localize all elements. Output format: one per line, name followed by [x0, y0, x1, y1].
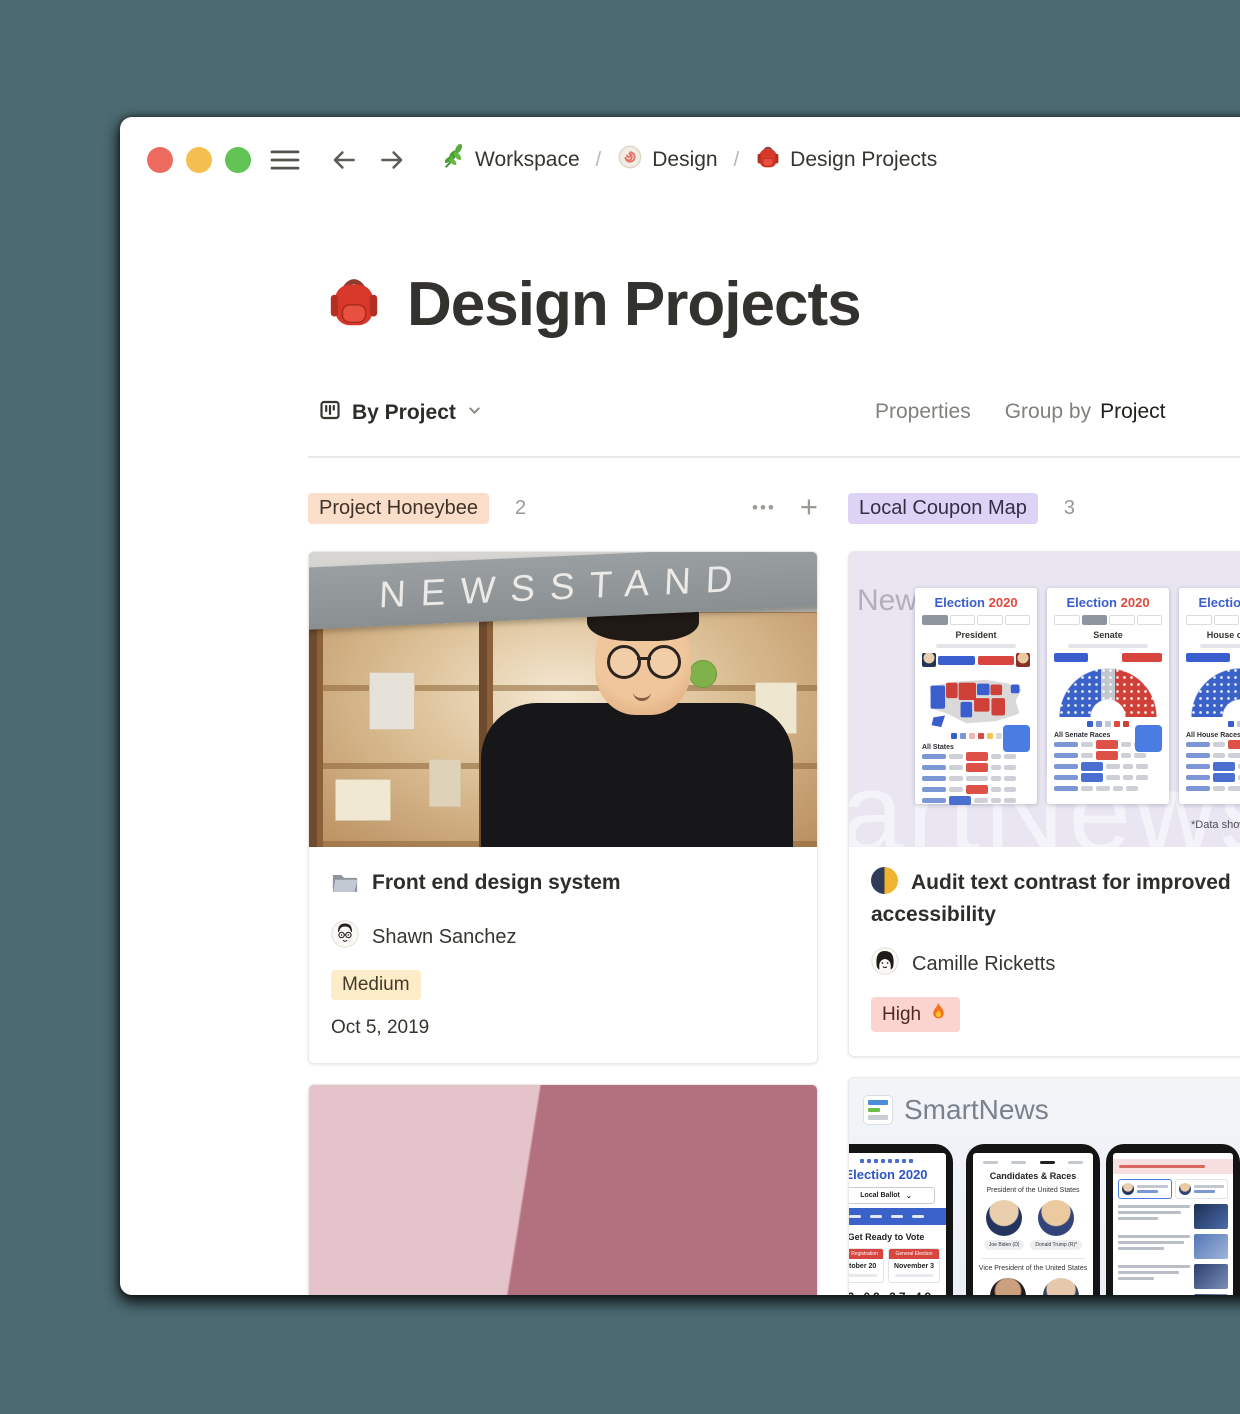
card-body: Audit text contrast for improved accessib…: [849, 847, 1240, 1056]
group-by-value: Project: [1100, 400, 1165, 424]
column-count: 2: [515, 497, 526, 520]
toolbar-divider: [308, 456, 1240, 458]
senate-seat-arc: [1058, 667, 1158, 717]
column-header: Project Honeybee 2 ••• +: [308, 490, 818, 526]
phone-mockup-candidates: Candidates & Races President of the Unit…: [966, 1144, 1100, 1295]
breadcrumb-label: Design Projects: [790, 148, 937, 172]
assignee-name: Camille Ricketts: [912, 953, 1055, 976]
person-torso: [481, 703, 793, 847]
desktop-background: Workspace / Design / Design Projects: [0, 0, 1240, 1414]
card-title: Audit text contrast for improved accessib…: [871, 867, 1240, 931]
breadcrumb-item-design-projects[interactable]: Design Projects: [751, 142, 941, 178]
election-panel-senate: Election 2020 Senate All Senate Races: [1047, 588, 1169, 804]
column-count: 3: [1064, 497, 1075, 520]
backpack-icon[interactable]: [325, 273, 383, 336]
shelf-item: [689, 660, 717, 688]
priority-badge: Medium: [331, 970, 421, 1000]
card-cover-smartnews-photo: SmartNews Election 2020 Local Ballot⌄ Ge…: [849, 1078, 1240, 1295]
column-local-coupon-map: Local Coupon Map 3 ••• + artNews News El…: [848, 490, 1240, 1295]
app-window: Workspace / Design / Design Projects: [120, 117, 1240, 1295]
close-button[interactable]: [147, 147, 173, 173]
view-toolbar: By Project Properties Group by Project: [318, 398, 1240, 434]
column-tag[interactable]: Local Coupon Map: [848, 493, 1038, 524]
page-header: Design Projects: [325, 269, 861, 340]
group-by-label: Group by: [1005, 400, 1091, 424]
column-add-button[interactable]: +: [800, 491, 818, 522]
zoom-button[interactable]: [225, 147, 251, 173]
page-title[interactable]: Design Projects: [407, 269, 861, 340]
card-date: Oct 5, 2019: [331, 1017, 795, 1039]
backpack-icon: [755, 144, 781, 176]
breadcrumb-label: Workspace: [475, 148, 580, 172]
card-cover-newsstand-photo: NEWSSTAND: [309, 552, 817, 847]
back-arrow-icon[interactable]: [328, 145, 360, 175]
card-title-text: Front end design system: [372, 871, 621, 894]
card-title-text: accessibility: [871, 903, 996, 926]
kanban-board: Project Honeybee 2 ••• +: [120, 490, 1240, 1295]
priority-badge: High: [871, 997, 960, 1032]
show-map-button: [1003, 725, 1030, 752]
person-glasses: [605, 645, 683, 675]
chevron-down-icon: [466, 402, 483, 424]
breadcrumb-item-workspace[interactable]: Workspace: [436, 142, 584, 178]
phone-mockup-ballot: Election 2020 Local Ballot⌄ Get Ready to…: [849, 1144, 953, 1295]
shelf-item: [429, 759, 461, 807]
shelf-item: [369, 672, 415, 730]
show-map-button: [1135, 725, 1162, 752]
newsstand-sign-text: NEWSSTAND: [378, 558, 748, 617]
toolbar-right: Properties Group by Project: [875, 400, 1165, 424]
assignee-name: Shawn Sanchez: [372, 926, 517, 949]
titlebar: Workspace / Design / Design Projects: [147, 143, 1240, 177]
board-view-icon: [318, 398, 342, 427]
data-footnote-text: *Data shown in so: [1191, 819, 1240, 831]
fire-icon: [928, 1001, 949, 1028]
card-cover-pink-paper-photo: [309, 1085, 817, 1295]
phone-mockup-news-feed: [1106, 1144, 1240, 1295]
herb-icon: [440, 144, 466, 176]
minimize-button[interactable]: [186, 147, 212, 173]
election-panel-house: Election 2020 House of Repre All House R…: [1179, 588, 1240, 804]
column-controls: ••• +: [752, 494, 818, 522]
house-seat-arc: [1190, 667, 1240, 717]
card-audit-text-contrast[interactable]: artNews News Election 2020 President: [848, 551, 1240, 1057]
card-body: Front end design system Shawn Sanchez Me…: [309, 847, 817, 1063]
breadcrumb: Workspace / Design / Design Projects: [436, 142, 941, 178]
card-smartnews-phones[interactable]: SmartNews Election 2020 Local Ballot⌄ Ge…: [848, 1077, 1240, 1295]
breadcrumb-separator: /: [596, 149, 602, 172]
column-tag[interactable]: Project Honeybee: [308, 493, 489, 524]
shelf-item: [335, 779, 391, 821]
column-header: Local Coupon Map 3 ••• +: [848, 490, 1240, 526]
breadcrumb-label: Design: [652, 148, 717, 172]
breadcrumb-item-design[interactable]: Design: [613, 142, 721, 178]
breadcrumb-separator: /: [734, 149, 740, 172]
view-label: By Project: [352, 401, 456, 425]
card-assignee: Camille Ricketts: [871, 947, 1240, 981]
card-assignee: Shawn Sanchez: [331, 920, 795, 954]
naruto-icon: [617, 144, 643, 176]
priority-label: Medium: [342, 974, 410, 996]
us-map-graphic: [924, 671, 1028, 729]
avatar: [331, 920, 359, 954]
smartnews-logo-text: SmartNews: [904, 1094, 1049, 1126]
contrast-icon: [871, 867, 898, 894]
smartnews-logo: SmartNews: [863, 1094, 1049, 1126]
priority-label: High: [882, 1004, 921, 1026]
properties-button[interactable]: Properties: [875, 400, 971, 424]
avatar: [871, 947, 899, 981]
card-title: Front end design system: [331, 867, 795, 904]
column-more-button[interactable]: •••: [752, 498, 776, 518]
election-panel-president: Election 2020 President: [915, 588, 1037, 804]
group-by-button[interactable]: Group by Project: [1005, 400, 1166, 424]
card-cover-election-dashboard: artNews News Election 2020 President: [849, 552, 1240, 847]
smartnews-logo-icon: [863, 1095, 893, 1125]
menu-icon[interactable]: [268, 147, 302, 173]
card-pink-paper[interactable]: [308, 1084, 818, 1295]
card-title-text: Audit text contrast for improved: [911, 871, 1231, 894]
folder-icon: [331, 871, 359, 904]
column-project-honeybee: Project Honeybee 2 ••• +: [308, 490, 818, 1295]
card-front-end-design-system[interactable]: NEWSSTAND Front end design system Shawn …: [308, 551, 818, 1064]
forward-arrow-icon[interactable]: [376, 145, 408, 175]
